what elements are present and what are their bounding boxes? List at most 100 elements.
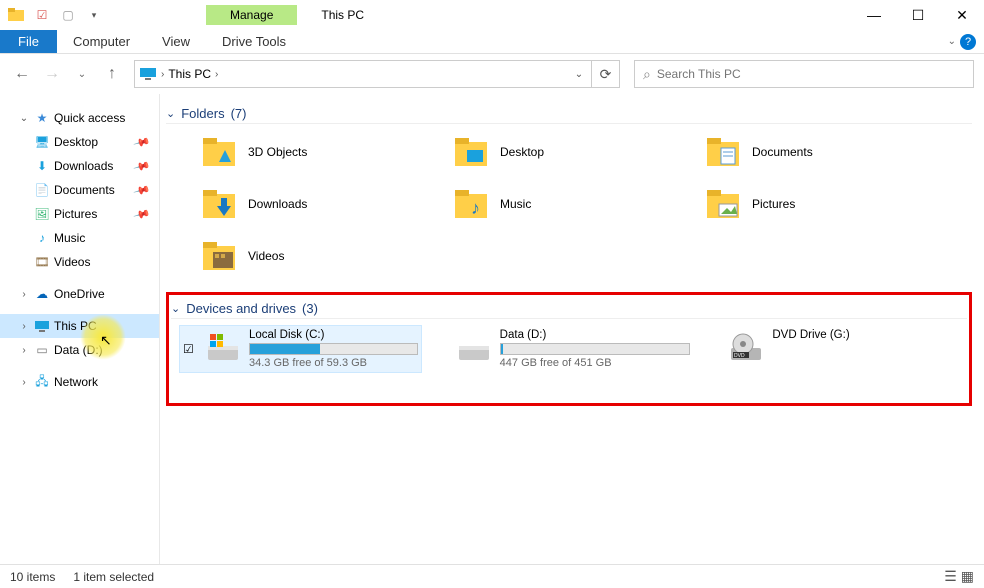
file-tab[interactable]: File [0,30,57,53]
properties-icon[interactable]: ☑ [34,7,50,23]
breadcrumb-item[interactable]: This PC [164,67,215,81]
drive-free-text: 34.3 GB free of 59.3 GB [249,357,418,369]
sidebar-item-desktop[interactable]: 🖥 Desktop 📌 [0,130,159,154]
chevron-down-icon[interactable]: ⌄ [166,107,175,120]
search-input[interactable] [657,67,965,81]
sidebar-item-label: Music [54,231,85,245]
help-icon[interactable]: ? [960,34,976,50]
folder-label: Desktop [500,145,544,159]
status-bar: 10 items 1 item selected ☰ ▦ [0,564,984,588]
group-title: Folders [181,106,224,121]
group-header-drives[interactable]: ⌄ Devices and drives (3) [171,301,967,319]
close-button[interactable]: ✕ [940,0,984,30]
back-button[interactable]: ← [10,62,34,86]
navigation-pane: ⌄ ★ Quick access 🖥 Desktop 📌 ⬇ Downloads… [0,94,160,564]
folder-label: Documents [752,145,813,159]
folder-desktop[interactable]: Desktop [452,130,702,174]
sidebar-label: OneDrive [54,287,105,301]
manage-tab-header: Manage [206,5,297,25]
up-button[interactable]: ↑ [100,62,124,86]
pin-icon: 📌 [133,205,151,223]
drives-row: ☑ Local Disk (C:) 34.3 GB free of 59.3 G… [179,325,967,373]
ribbon-collapse-icon[interactable]: ⌄ [948,36,956,47]
star-icon: ★ [34,110,50,126]
address-bar[interactable]: › This PC › ⌄ ⟳ [134,60,620,88]
folder-videos[interactable]: Videos [200,234,450,278]
3d-objects-icon [200,133,238,171]
videos-icon [200,237,238,275]
windows-disk-icon [205,329,241,365]
maximize-button[interactable]: ☐ [896,0,940,30]
folder-icon [8,7,24,23]
sidebar-network[interactable]: › 🖧 Network [0,370,159,394]
disk-icon: ▭ [34,342,50,358]
folder-music[interactable]: ♪ Music [452,182,702,226]
sidebar-label: Network [54,375,98,389]
folder-documents[interactable]: Documents [704,130,954,174]
folder-pictures[interactable]: Pictures [704,182,954,226]
drive-data-d[interactable]: Data (D:) 447 GB free of 451 GB [452,325,695,373]
refresh-button[interactable]: ⟳ [591,61,619,87]
sidebar-item-videos[interactable]: 🎞 Videos [0,250,159,274]
sidebar-item-label: Desktop [54,135,98,149]
chevron-down-icon[interactable]: ⌄ [171,302,180,315]
sidebar-item-downloads[interactable]: ⬇ Downloads 📌 [0,154,159,178]
group-header-folders[interactable]: ⌄ Folders (7) [166,106,972,124]
sidebar-label: Quick access [54,111,125,125]
music-icon: ♪ [452,185,490,223]
details-view-button[interactable]: ☰ [944,568,957,585]
address-dropdown-icon[interactable]: ⌄ [567,69,591,80]
chevron-right-icon[interactable]: › [18,321,30,332]
tab-computer[interactable]: Computer [57,30,146,53]
forward-button[interactable]: → [40,62,64,86]
chevron-right-icon[interactable]: › [18,289,30,300]
annotation-highlight: ⌄ Devices and drives (3) ☑ Local Disk (C… [166,292,972,406]
sidebar-this-pc[interactable]: › This PC [0,314,159,338]
recent-dropdown-icon[interactable]: ⌄ [70,62,94,86]
chevron-right-icon[interactable]: › [18,345,30,356]
tab-drive-tools[interactable]: Drive Tools [206,30,302,53]
folder-3d-objects[interactable]: 3D Objects [200,130,450,174]
sidebar-label: This PC [54,319,97,333]
sidebar-item-documents[interactable]: 📄 Documents 📌 [0,178,159,202]
pin-icon: 📌 [133,181,151,199]
folder-downloads[interactable]: Downloads [200,182,450,226]
downloads-icon: ⬇ [34,158,50,174]
window-title: This PC [321,8,364,22]
chevron-down-icon[interactable]: ⌄ [18,113,30,124]
music-icon: ♪ [34,230,50,246]
quick-access-toolbar: ☑ ▢ ▾ [0,7,102,23]
drive-dvd-g[interactable]: DVD DVD Drive (G:) [724,325,967,373]
sidebar-data-d[interactable]: › ▭ Data (D:) [0,338,159,362]
drive-local-c[interactable]: ☑ Local Disk (C:) 34.3 GB free of 59.3 G… [179,325,422,373]
sidebar-item-music[interactable]: ♪ Music [0,226,159,250]
title-bar: ☑ ▢ ▾ Manage This PC — ☐ ✕ [0,0,984,30]
tab-view[interactable]: View [146,30,206,53]
network-icon: 🖧 [34,374,50,390]
svg-text:♪: ♪ [471,198,480,218]
group-title: Devices and drives [186,301,296,316]
sidebar-quick-access[interactable]: ⌄ ★ Quick access [0,106,159,130]
downloads-icon [200,185,238,223]
minimize-button[interactable]: — [852,0,896,30]
sidebar-onedrive[interactable]: › ☁ OneDrive [0,282,159,306]
videos-icon: 🎞 [34,254,50,270]
svg-text:DVD: DVD [734,353,745,359]
status-item-count: 10 items [10,570,55,584]
qat-dropdown-icon[interactable]: ▾ [86,7,102,23]
checkbox-icon[interactable]: ☑ [183,342,197,356]
search-box[interactable]: ⌕ [634,60,974,88]
disk-icon [456,329,492,365]
new-folder-icon[interactable]: ▢ [60,7,76,23]
drive-free-text: 447 GB free of 451 GB [500,357,691,369]
chevron-right-icon[interactable]: › [18,377,30,388]
sidebar-item-label: Documents [54,183,115,197]
sidebar-item-pictures[interactable]: 🖼 Pictures 📌 [0,202,159,226]
pictures-icon: 🖼 [34,206,50,222]
pin-icon: 📌 [133,133,151,151]
cloud-icon: ☁ [34,286,50,302]
chevron-right-icon[interactable]: › [215,69,218,80]
navigation-bar: ← → ⌄ ↑ › This PC › ⌄ ⟳ ⌕ [0,54,984,94]
tiles-view-button[interactable]: ▦ [961,568,974,585]
folder-label: Downloads [248,197,307,211]
